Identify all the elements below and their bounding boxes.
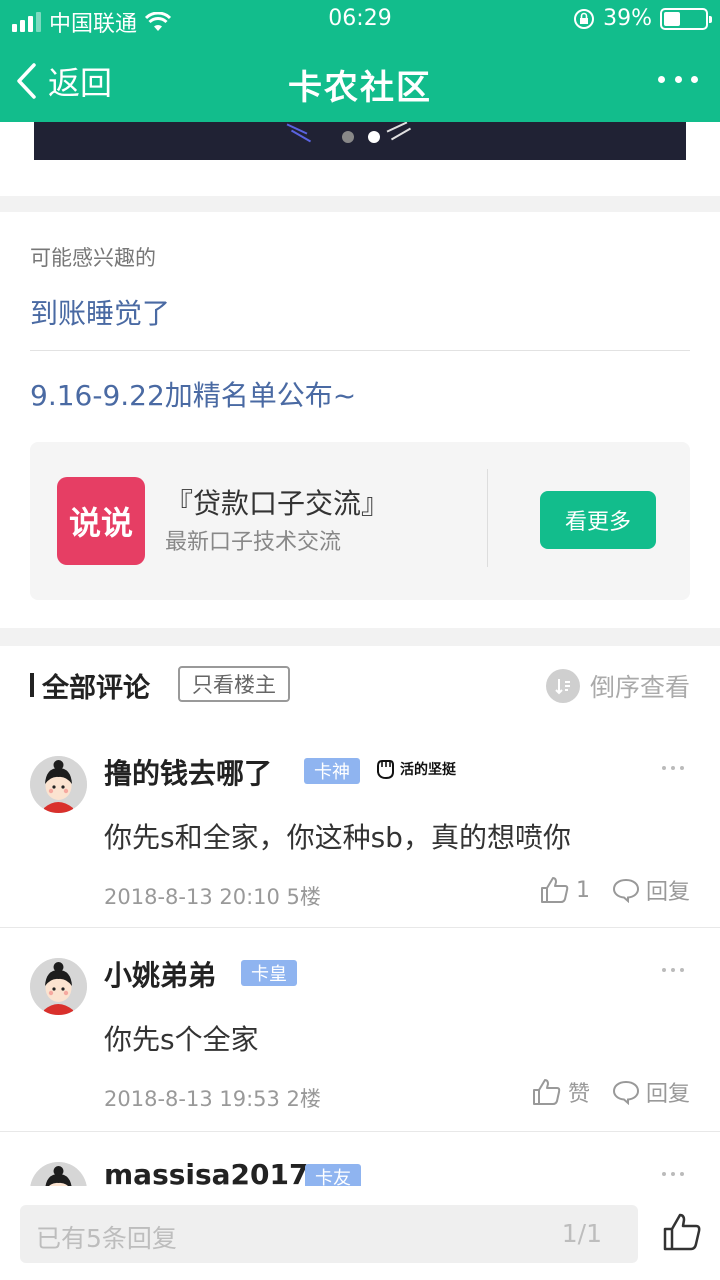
like-count: 1 xyxy=(575,877,590,903)
see-more-button[interactable]: 看更多 xyxy=(540,491,656,549)
top-header: 中国联通 06:29 39% 返回 卡农社区 xyxy=(0,0,720,122)
rank-badge: 卡皇 xyxy=(241,960,297,986)
comment-item: 撸的钱去哪了 卡神 活的坚挺 你先s和全家，你这种sb，真的想喷你 2018-8… xyxy=(0,726,720,928)
interest-section: 可能感兴趣的 到账睡觉了 9.16-9.22加精名单公布~ 说说 『贷款口子交流… xyxy=(0,212,720,628)
rotation-lock-icon xyxy=(574,8,595,29)
interest-label: 可能感兴趣的 xyxy=(30,246,156,270)
medal: 活的坚挺 xyxy=(372,756,456,782)
sort-button[interactable]: 倒序查看 xyxy=(545,668,690,704)
status-right: 39% xyxy=(573,6,712,31)
comments-header: 全部评论 只看楼主 倒序查看 xyxy=(0,646,720,726)
comment-bubble-icon xyxy=(612,1080,639,1105)
banner-carousel[interactable] xyxy=(34,122,686,160)
section-marker xyxy=(30,673,34,697)
divider xyxy=(30,350,690,351)
divider xyxy=(487,469,488,567)
banner-section xyxy=(0,122,720,196)
battery-icon xyxy=(660,7,712,30)
comment-meta: 2018-8-13 20:10 5楼 xyxy=(104,885,321,909)
interest-link[interactable]: 9.16-9.22加精名单公布~ xyxy=(30,374,356,414)
reply-label: 回复 xyxy=(645,1082,690,1107)
comment-menu-button[interactable] xyxy=(662,766,684,770)
comment-menu-button[interactable] xyxy=(662,968,684,972)
comment-meta: 2018-8-13 19:53 2楼 xyxy=(104,1087,321,1111)
status-bar: 中国联通 06:29 39% xyxy=(0,0,720,40)
comment-menu-button[interactable] xyxy=(662,1172,684,1176)
chevron-left-icon xyxy=(17,63,36,99)
fist-icon xyxy=(377,760,394,780)
thumbs-up-icon xyxy=(532,1079,561,1105)
thumbs-up-icon xyxy=(540,877,569,903)
like-button[interactable]: 1 xyxy=(540,876,590,904)
sort-icon xyxy=(545,669,580,703)
reply-input[interactable]: 已有5条回复 1/1 xyxy=(20,1205,638,1263)
circle-desc: 最新口子技术交流 xyxy=(165,530,342,555)
circle-logo: 说说 xyxy=(57,477,145,565)
circle-card[interactable]: 说说 『贷款口子交流』 最新口子技术交流 看更多 xyxy=(30,442,690,600)
avatar[interactable] xyxy=(30,958,87,1015)
like-button[interactable]: 赞 xyxy=(532,1076,590,1108)
carousel-dot-active xyxy=(368,131,380,143)
page-indicator[interactable]: 1/1 xyxy=(562,1219,602,1248)
comment-actions: 1 回复 xyxy=(540,874,690,906)
dot-icon xyxy=(658,75,665,83)
comment-item: 小姚弟弟 卡皇 你先s个全家 2018-8-13 19:53 2楼 赞 回复 xyxy=(0,928,720,1132)
comments-section: 全部评论 只看楼主 倒序查看 撸的钱去哪了 卡神 活的坚挺 你先s和全家，你这种… xyxy=(0,646,720,1206)
username[interactable]: 撸的钱去哪了 xyxy=(104,752,272,792)
like-label: 赞 xyxy=(567,1082,590,1107)
rank-badge: 卡神 xyxy=(304,758,360,784)
medal-label: 活的坚挺 xyxy=(400,762,456,778)
reply-label: 回复 xyxy=(645,880,690,905)
comment-text: 你先s个全家 xyxy=(104,1023,259,1056)
comment-bubble-icon xyxy=(612,878,639,903)
back-button[interactable]: 返回 xyxy=(14,58,112,104)
dot-icon xyxy=(674,75,682,83)
carousel-indicator xyxy=(342,131,380,143)
more-menu-button[interactable] xyxy=(658,62,698,96)
avatar[interactable] xyxy=(30,756,87,813)
nav-bar: 返回 卡农社区 xyxy=(0,40,720,122)
sort-label: 倒序查看 xyxy=(589,673,690,702)
thumbs-up-icon[interactable] xyxy=(662,1212,702,1252)
comment-actions: 赞 回复 xyxy=(532,1076,690,1108)
circle-name: 『贷款口子交流』 xyxy=(165,487,390,520)
username[interactable]: 小姚弟弟 xyxy=(104,954,216,994)
dot-icon xyxy=(691,75,698,83)
reply-button[interactable]: 回复 xyxy=(612,1076,690,1108)
interest-link[interactable]: 到账睡觉了 xyxy=(30,292,170,332)
bottom-bar: 已有5条回复 1/1 xyxy=(0,1186,720,1280)
battery-percent: 39% xyxy=(603,6,652,31)
op-only-button[interactable]: 只看楼主 xyxy=(178,666,290,702)
comments-title: 全部评论 xyxy=(42,673,150,704)
reply-placeholder: 已有5条回复 xyxy=(36,1224,177,1253)
carousel-dot xyxy=(342,131,354,143)
reply-button[interactable]: 回复 xyxy=(612,874,690,906)
comment-text: 你先s和全家，你这种sb，真的想喷你 xyxy=(104,821,571,854)
back-label: 返回 xyxy=(48,64,113,102)
